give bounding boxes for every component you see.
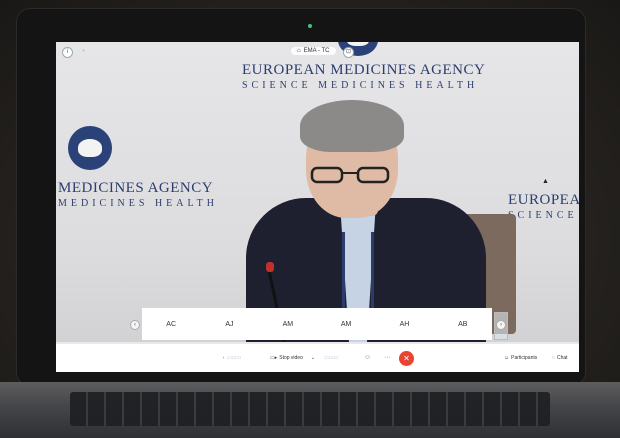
laptop-keyboard bbox=[70, 392, 550, 426]
mouse-pointer-icon: ▲ bbox=[542, 178, 549, 185]
participant-tile[interactable]: AM bbox=[259, 321, 317, 328]
meeting-title: EMA - TC bbox=[303, 48, 330, 54]
chevron-down-icon: ⌄ bbox=[310, 355, 316, 361]
stop-video-button[interactable]: ▭▸ Stop video ⌄ bbox=[270, 355, 315, 361]
microphone-icon: ◖ bbox=[222, 355, 226, 361]
info-icon[interactable]: i bbox=[62, 47, 73, 58]
more-options-icon[interactable]: ··· bbox=[384, 354, 391, 361]
backdrop-org-name: EUROPEAN MEDICINES AGENCY bbox=[242, 62, 486, 78]
active-speaker-video: EUROPEAN MEDICINES AGENCY SCIENCE MEDICI… bbox=[56, 42, 579, 342]
call-control-bar: ◖ ▭▭▭ ▭▸ Stop video ⌄ ▭▭▭ ☺ ··· ✕ ☺ Parti… bbox=[56, 344, 579, 372]
strip-next-icon[interactable]: › bbox=[496, 320, 506, 330]
chat-label: Chat bbox=[556, 355, 568, 361]
participant-strip: AC AJ AM AM AH AB bbox=[142, 308, 492, 340]
meeting-title-pill[interactable]: ⌂ EMA - TC bbox=[291, 47, 336, 55]
people-icon: ☺ bbox=[504, 355, 510, 361]
participants-label: Participants bbox=[511, 355, 538, 361]
backdrop-tagline: SCIENCE MEDICINES HEALTH bbox=[242, 80, 479, 91]
speaker-lanyard bbox=[342, 232, 374, 312]
top-left-controls: i ● bbox=[62, 47, 88, 58]
strip-prev-icon[interactable]: ‹ bbox=[130, 320, 140, 330]
share-button[interactable]: ▭▭▭ bbox=[324, 355, 338, 361]
mute-placeholder: ▭▭▭ bbox=[227, 355, 242, 361]
mute-button[interactable]: ◖ ▭▭▭ bbox=[222, 355, 241, 361]
backdrop-right-name: EUROPEAN bbox=[508, 192, 579, 208]
microphone-tip bbox=[266, 262, 274, 272]
participant-tile[interactable]: AM bbox=[317, 321, 375, 328]
participants-button[interactable]: ☺ Participants bbox=[504, 355, 537, 361]
backdrop-right-tagline: SCIENCE bbox=[508, 210, 578, 221]
participant-tile[interactable]: AH bbox=[375, 321, 433, 328]
end-call-button[interactable]: ✕ bbox=[399, 351, 414, 366]
agency-logo-left bbox=[68, 126, 112, 170]
chat-button[interactable]: ◌ Chat bbox=[552, 355, 568, 361]
participant-tile[interactable]: AC bbox=[142, 321, 200, 328]
close-icon: ✕ bbox=[403, 354, 410, 363]
layout-icon[interactable]: ⊡ bbox=[343, 47, 354, 58]
settings-icon[interactable]: ● bbox=[79, 47, 88, 56]
speaker-glasses bbox=[310, 166, 390, 184]
laptop-lid: EUROPEAN MEDICINES AGENCY SCIENCE MEDICI… bbox=[16, 8, 586, 386]
stop-video-label: Stop video bbox=[279, 355, 303, 361]
lock-icon: ⌂ bbox=[297, 48, 301, 54]
speaker-hair bbox=[300, 100, 404, 152]
reactions-icon[interactable]: ☺ bbox=[364, 354, 371, 361]
participant-tile[interactable]: AJ bbox=[200, 321, 258, 328]
participant-tile[interactable]: AB bbox=[434, 321, 492, 328]
meeting-screen: EUROPEAN MEDICINES AGENCY SCIENCE MEDICI… bbox=[56, 42, 579, 372]
backdrop-left-name: MEDICINES AGENCY bbox=[58, 180, 214, 196]
webcam-indicator bbox=[308, 24, 312, 28]
chat-bubble-icon: ◌ bbox=[552, 355, 555, 361]
video-camera-icon: ▭▸ bbox=[270, 355, 278, 361]
backdrop-left-tagline: MEDICINES HEALTH bbox=[58, 198, 219, 209]
